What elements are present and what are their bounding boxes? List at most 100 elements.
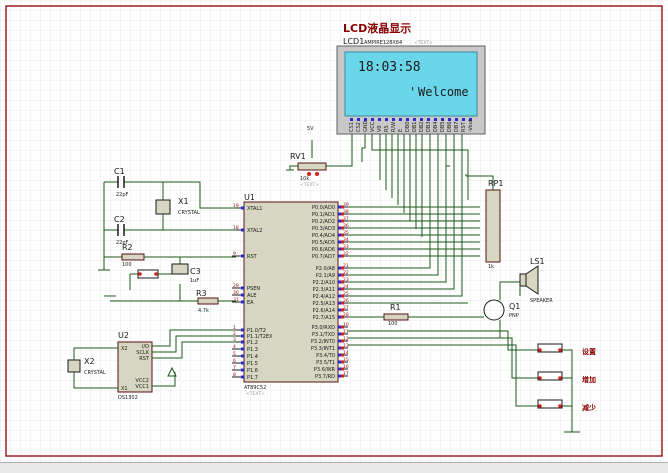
mcu-pin-marker — [338, 332, 341, 336]
lcd-pin-label: R/W — [391, 122, 397, 132]
lcd-pin-label: RS — [384, 125, 390, 132]
lcd-message: Welcome — [418, 85, 469, 99]
mcu-pin-marker — [338, 301, 341, 305]
mcu-u1[interactable]: U1 AT89C52 <TEXT> 19 XTAL118 XTAL29 RST29 PS… — [232, 193, 349, 397]
rv1-inc-dot — [315, 172, 319, 176]
mcu-pin-name: RST — [247, 254, 258, 260]
mcu-pin-name: P3.6/WR — [314, 367, 336, 373]
lcd-pin-label: CS1 — [349, 122, 355, 132]
mcu-model: AT89C52 — [244, 385, 266, 391]
status-bar — [0, 462, 668, 473]
lcd-pin-label: DB2 — [419, 122, 425, 132]
mcu-pin-marker — [338, 367, 341, 371]
mcu-pin-number: 5 — [233, 351, 236, 357]
ls1-value: SPEAKER — [530, 298, 553, 304]
c1-value: 22pF — [116, 192, 129, 198]
vcc-label: 5V — [307, 126, 314, 132]
mcu-pin-name: P1.2 — [247, 340, 258, 346]
mcu-pin-marker — [338, 240, 341, 244]
x2-ref: X2 — [84, 357, 95, 366]
lcd-pin-marker — [357, 118, 360, 121]
mcu-pin-name: P0.5/AD5 — [312, 240, 335, 246]
mcu-pin-marker — [241, 334, 244, 338]
mcu-pin-number: 27 — [343, 305, 349, 311]
set-button-label: 设置 — [582, 347, 596, 356]
mcu-pin-name: XTAL2 — [247, 228, 262, 234]
mcu-pin-number: 25 — [343, 291, 349, 297]
r1-value: 100 — [388, 321, 398, 327]
mcu-pin-marker — [338, 287, 341, 291]
mcu-pin-number: 28 — [343, 312, 349, 318]
mcu-pin-name: P2.5/A13 — [313, 301, 335, 307]
x2-body — [67, 359, 81, 373]
mcu-pin-name: XTAL1 — [247, 206, 262, 212]
lcd-pin-marker — [385, 118, 388, 121]
x1-body — [155, 199, 171, 215]
mcu-pin-name: EA — [247, 300, 254, 306]
lcd-pin-marker — [434, 118, 437, 121]
mcu-pin-name: ALE — [247, 293, 256, 299]
mcu-pin-name: P0.7/AD7 — [312, 254, 335, 260]
lcd-pin-label: DB0 — [405, 122, 411, 132]
rtc-pin-name: VCC1 — [135, 384, 149, 390]
mcu-pin-number: 30 — [233, 290, 239, 296]
mcu-pin-marker — [338, 374, 341, 378]
mcu-pin-marker — [338, 308, 341, 312]
mcu-pin-marker — [338, 247, 341, 251]
lcd-pin-marker — [420, 118, 423, 121]
mcu-pin-marker — [241, 293, 244, 297]
mcu-pin-name: P2.2/A10 — [313, 280, 335, 286]
lcd-pin-label: V0 — [377, 125, 383, 132]
mcu-pin-number: 37 — [343, 216, 349, 222]
mcu-pin-name: P3.5/T1 — [316, 360, 335, 366]
mcu-pin-name: P1.6 — [247, 368, 258, 374]
mcu-pin-name: P2.3/A11 — [313, 287, 335, 293]
mcu-pin-name: P2.6/A14 — [313, 308, 335, 314]
rtc-pin-name: RST — [139, 356, 150, 362]
mcu-pin-name: P2.0/A8 — [316, 266, 335, 272]
lcd-pin-marker — [406, 118, 409, 121]
rp1-body — [485, 189, 501, 263]
lcd-pin-marker — [392, 118, 395, 121]
lcd-pin-label: DB7 — [454, 122, 460, 132]
rtc-pin-name: X1 — [121, 386, 128, 392]
mcu-pin-name: P0.1/AD1 — [312, 212, 335, 218]
mcu-pin-marker — [241, 254, 244, 258]
rp1-ref: RP1 — [488, 179, 503, 188]
r3-ref: R3 — [196, 289, 207, 298]
rtc-ref: U2 — [118, 331, 129, 340]
down-button-label: 减少 — [582, 403, 596, 412]
mcu-pin-marker — [241, 228, 244, 232]
lcd-pin-marker — [441, 118, 444, 121]
mcu-pin-number: 23 — [343, 277, 349, 283]
mcu-pin-number: 12 — [343, 336, 349, 342]
mcu-pin-number: 14 — [343, 350, 349, 356]
mcu-pin-name: P3.4/T0 — [316, 353, 335, 359]
mcu-pin-marker — [241, 300, 244, 304]
mcu-pin-marker — [338, 360, 341, 364]
mcu-pin-number: 15 — [343, 357, 349, 363]
mcu-pin-marker — [338, 353, 341, 357]
x1-ref: X1 — [178, 197, 189, 206]
mcu-pin-marker — [338, 294, 341, 298]
schematic-canvas[interactable]: LCD液晶显示 LCD1 AMPIRE128X64 <TEXT> 18:03:5… — [0, 0, 668, 472]
rtc-model: DS1302 — [118, 395, 138, 401]
lcd-time: 18:03:58 — [358, 60, 421, 75]
mcu-pin-number: 11 — [343, 329, 349, 335]
ls1-coil — [519, 273, 527, 287]
lcd-pin-label: DB4 — [433, 122, 439, 132]
mcu-pin-number: 7 — [233, 365, 236, 371]
mcu-pin-number: 35 — [343, 230, 349, 236]
lcd-pin-marker — [427, 118, 430, 121]
mcu-pin-marker — [338, 325, 341, 329]
mcu-pin-marker — [338, 226, 341, 230]
lcd-pin-marker — [413, 118, 416, 121]
rv1-body — [297, 162, 327, 171]
mcu-pin-marker — [241, 347, 244, 351]
mcu-pin-marker — [241, 354, 244, 358]
mcu-pin-marker — [241, 286, 244, 290]
x1-value: CRYSTAL — [178, 210, 200, 216]
lcd-pin-marker — [462, 118, 465, 121]
mcu-pin-number: 21 — [343, 263, 349, 269]
r1-body — [383, 313, 409, 321]
